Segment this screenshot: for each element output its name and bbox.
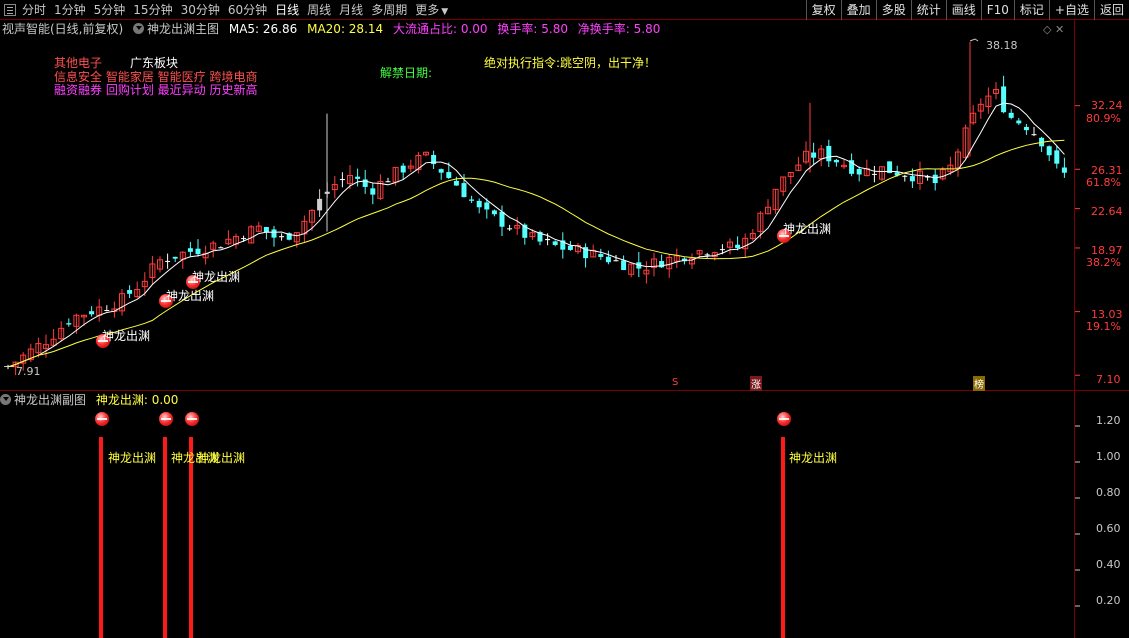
- candle-body: [499, 211, 505, 227]
- axis-divider: [1074, 20, 1075, 638]
- sub-signal-label-1: 神龙出渊: [108, 451, 157, 465]
- candle-body: [613, 260, 619, 262]
- candle-body: [370, 188, 376, 195]
- candle-body: [187, 248, 193, 252]
- sub-signal-ball-2[interactable]: [159, 412, 173, 426]
- sub-axis-label-6: 0.20: [1096, 594, 1121, 607]
- s-marker[interactable]: S: [672, 377, 678, 388]
- signal-label-3: 神龙出渊: [192, 270, 241, 284]
- candle-body: [241, 238, 247, 240]
- sub-indicator-name[interactable]: 神龙出渊副图: [0, 393, 86, 407]
- candle-body: [127, 290, 133, 294]
- candle-body: [218, 247, 224, 249]
- candle-body: [833, 159, 839, 163]
- candle-body: [172, 256, 178, 259]
- candle-body: [1054, 150, 1060, 164]
- sub-axis-label-4: 0.60: [1096, 522, 1121, 535]
- candle-body: [902, 175, 908, 177]
- kline-chart[interactable]: [0, 0, 1129, 638]
- sub-indicator-value: 神龙出渊: 0.00: [95, 393, 179, 407]
- candle-body: [1023, 126, 1029, 131]
- sub-signal-ball-4[interactable]: [777, 412, 791, 426]
- ma20-line: [7, 139, 1065, 368]
- sub-dropdown-icon[interactable]: [0, 394, 11, 405]
- candle-body: [871, 173, 877, 175]
- sub-axis-label-2: 1.00: [1096, 450, 1121, 463]
- sub-signal-bar: [189, 437, 193, 638]
- sub-axis-label-3: 0.80: [1096, 486, 1121, 499]
- candle-body: [279, 236, 285, 238]
- pane-divider[interactable]: [0, 390, 1129, 391]
- bang-marker[interactable]: 榜: [973, 376, 985, 391]
- candle-body: [385, 181, 391, 183]
- price-label-6: 7.10: [1096, 373, 1121, 386]
- sub-signal-bar: [781, 437, 785, 638]
- candle-body: [104, 310, 110, 312]
- candle-body: [621, 260, 627, 271]
- candle-body: [355, 176, 361, 179]
- candle-body: [461, 183, 467, 198]
- sub-axis-label-1: 1.20: [1096, 414, 1121, 427]
- candle-body: [491, 210, 497, 215]
- candle-body: [909, 176, 915, 182]
- candle-body: [1001, 86, 1007, 113]
- pct-label-2: 61.8%: [1086, 176, 1121, 189]
- candle-body: [317, 198, 323, 211]
- sub-signal-ball-3[interactable]: [185, 412, 199, 426]
- candle-body: [453, 180, 459, 186]
- candle-body: [400, 165, 406, 173]
- price-label-3: 22.64: [1091, 205, 1123, 218]
- sub-signal-bar: [163, 437, 167, 638]
- signal-label-2: 神龙出渊: [166, 289, 215, 303]
- zhang-marker[interactable]: 涨: [750, 376, 762, 391]
- ma5-line: [7, 102, 1065, 368]
- candle-body: [339, 179, 345, 181]
- candle-body: [66, 323, 72, 325]
- low-price-label: 7.91: [16, 365, 41, 378]
- price-label-1: 32.24: [1091, 99, 1123, 112]
- signal-label-1: 神龙出渊: [102, 329, 151, 343]
- sub-signal-ball-1[interactable]: [95, 412, 109, 426]
- candle-body: [856, 169, 862, 175]
- candle-body: [446, 172, 452, 178]
- candle-body: [1008, 112, 1014, 118]
- pct-label-1: 80.9%: [1086, 112, 1121, 125]
- sub-pane-title: 神龙出渊副图 神龙出渊: 0.00: [0, 392, 178, 408]
- high-marker-stroke: [969, 38, 979, 42]
- candle-body: [719, 249, 725, 251]
- signal-label-4: 神龙出渊: [783, 222, 832, 236]
- candle-body: [195, 248, 201, 255]
- candle-body: [735, 244, 741, 248]
- candle-body: [605, 256, 611, 263]
- candle-body: [507, 228, 513, 230]
- pct-label-4: 19.1%: [1086, 320, 1121, 333]
- candle-body: [476, 200, 482, 208]
- sub-signal-label-4: 神龙出渊: [789, 451, 838, 465]
- candle-body: [598, 254, 604, 257]
- candle-body: [552, 241, 558, 245]
- candle-body: [811, 152, 817, 158]
- candle-body: [469, 199, 475, 201]
- candle-body: [165, 260, 171, 262]
- high-price-label: 38.18: [986, 39, 1018, 52]
- candle-body: [271, 229, 277, 238]
- sub-signal-bar: [99, 437, 103, 638]
- candle-body: [567, 245, 573, 250]
- pct-label-3: 38.2%: [1086, 256, 1121, 269]
- candle-body: [263, 227, 269, 233]
- candle-body: [932, 174, 938, 184]
- candle-body: [484, 202, 490, 210]
- sub-signal-label-3: 神龙出渊: [197, 451, 246, 465]
- candle-body: [1061, 167, 1067, 173]
- candle-body: [89, 311, 95, 315]
- candle-body: [1031, 134, 1037, 136]
- candle-body: [704, 254, 710, 256]
- candle-body: [545, 238, 551, 241]
- candle-body: [826, 145, 832, 162]
- candle-body: [1016, 120, 1022, 124]
- candle-body: [438, 169, 444, 173]
- sub-axis-label-5: 0.40: [1096, 558, 1121, 571]
- candle-body: [1046, 146, 1052, 156]
